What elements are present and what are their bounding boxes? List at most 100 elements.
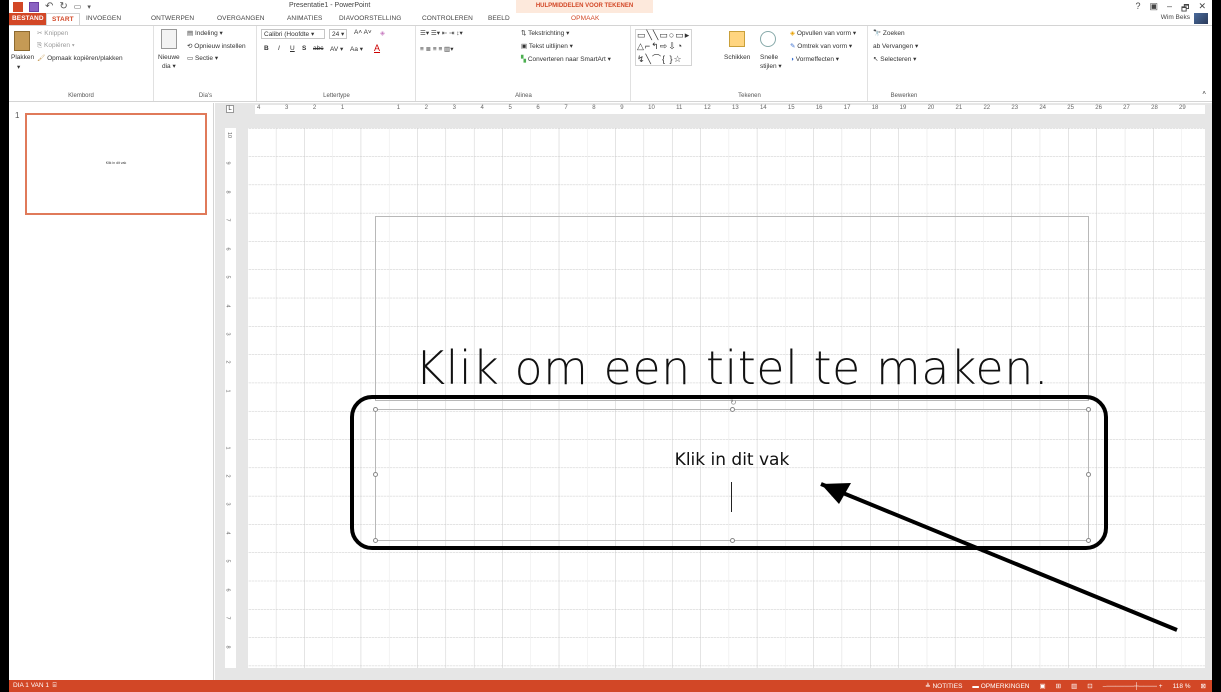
font-name-select[interactable]: Calibri (Hoofdte ▾ [261, 29, 325, 39]
tab-ontwerpen[interactable]: ONTWERPEN [151, 13, 194, 25]
resize-handle[interactable] [730, 407, 735, 412]
layout-button[interactable]: ▤ Indeling ▾ [187, 29, 223, 37]
shape-effects-button[interactable]: ◑ Vormeffecten ▾ [790, 55, 839, 63]
ruler-tick-label: 12 [704, 105, 711, 111]
tab-diavoorstelling[interactable]: DIAVOORSTELLING [339, 13, 401, 25]
align-text-button[interactable]: ▣ Tekst uitlijnen ▾ [521, 42, 573, 50]
tab-beeld[interactable]: BEELD [488, 13, 510, 25]
font-grow-icon[interactable]: A˄ A˅ [354, 29, 372, 36]
shapes-gallery[interactable]: ▭╲╲▭○▭▸ △⌐↰⇨⇩◔ ↯╲⌒{ }☆ [635, 29, 693, 66]
slide-sorter-icon[interactable]: ⊞ [1056, 682, 1061, 690]
group-alinea: ☰▾ ☰▾ ⇤ ⇥ ↕▾ ≡ ≣ ≡ ≡ ▥▾ ⇅ Tekstrichting … [417, 26, 631, 101]
shadow-button[interactable]: S [302, 45, 306, 52]
arrange-icon[interactable] [729, 31, 745, 47]
tab-animaties[interactable]: ANIMATIES [287, 13, 322, 25]
section-button[interactable]: ▭ Sectie ▾ [187, 54, 218, 62]
zoom-slider[interactable]: –──────┼──── + [1103, 683, 1163, 690]
ruler-tick-label: 9 [224, 161, 231, 165]
resize-handle[interactable] [373, 407, 378, 412]
strikethrough-button[interactable]: abc [313, 45, 323, 52]
font-size-select[interactable]: 24 ▾ [329, 29, 348, 39]
smartart-button[interactable]: ▚ Converteren naar SmartArt ▾ [521, 55, 611, 63]
text-direction-button[interactable]: ⇅ Tekstrichting ▾ [521, 29, 569, 37]
ruler-tick-label: 13 [732, 105, 739, 111]
notes-button[interactable]: ≜ NOTITIES [925, 682, 962, 690]
bullets-icon[interactable]: ☰▾ ☰▾ ⇤ ⇥ ↕▾ [420, 29, 463, 37]
collapse-ribbon-icon[interactable]: ˄ [1202, 90, 1206, 97]
window-title: Presentatie1 - PowerPoint [289, 2, 371, 9]
resize-handle[interactable] [373, 472, 378, 477]
new-slide-icon[interactable] [161, 29, 177, 49]
tab-start[interactable]: START [46, 13, 80, 25]
ruler-tick-label: 15 [787, 105, 795, 111]
format-painter-button[interactable]: 🖌 Opmaak kopiëren/plakken [37, 54, 123, 62]
tab-invoegen[interactable]: INVOEGEN [86, 13, 121, 25]
clear-formatting-icon[interactable]: ◈ [380, 29, 385, 37]
resize-handle[interactable] [373, 538, 378, 543]
tab-selector-icon[interactable]: L [226, 105, 234, 113]
resize-handle[interactable] [1086, 538, 1091, 543]
quick-styles-button[interactable]: Snelle [760, 54, 778, 61]
redo-icon[interactable]: ↻ [59, 1, 67, 12]
ruler-tick-label: 8 [224, 645, 231, 649]
start-presentation-icon[interactable]: ▭ [74, 2, 82, 11]
align-icons[interactable]: ≡ ≣ ≡ ≡ ▥▾ [420, 45, 453, 53]
comments-button[interactable]: ▬ OPMERKINGEN [972, 683, 1029, 690]
normal-view-icon[interactable]: ▣ [1040, 682, 1046, 690]
avatar[interactable] [1194, 13, 1208, 24]
subtitle-placeholder[interactable]: Klik in dit vak ↻ [373, 398, 1091, 543]
undo-icon[interactable]: ↶ [45, 1, 53, 12]
cut-button[interactable]: ✂ Knippen [37, 29, 68, 37]
change-case-button[interactable]: Aa ▾ [350, 45, 363, 53]
paste-button[interactable]: Plakken [11, 54, 34, 61]
contextual-tab-group: HULPMIDDELEN VOOR TEKENEN [516, 0, 653, 13]
shape-outline-button[interactable]: ✎ Omtrek van vorm ▾ [790, 42, 852, 50]
quick-access-toolbar: ↶ ↻ ▭ ▾ [13, 1, 91, 12]
find-button[interactable]: 🔭 Zoeken [873, 29, 905, 37]
select-button[interactable]: ↖ Selecteren ▾ [873, 55, 916, 63]
tab-bestand[interactable]: BESTAND [9, 13, 47, 25]
rotate-handle-icon[interactable]: ↻ [730, 398, 737, 407]
arrange-button[interactable]: Schikken [724, 54, 750, 61]
quick-styles-icon[interactable] [760, 31, 776, 47]
tab-overgangen[interactable]: OVERGANGEN [217, 13, 265, 25]
tab-opmaak[interactable]: OPMAAK [571, 13, 599, 25]
ruler-tick-label: 3 [224, 502, 231, 506]
new-slide-dropdown[interactable]: dia ▾ [162, 62, 176, 70]
ruler-tick-label: 23 [1011, 105, 1019, 111]
slideshow-icon[interactable]: ⊡ [1087, 682, 1092, 690]
powerpoint-logo-icon [13, 1, 23, 12]
zoom-level[interactable]: 118 % [1173, 683, 1191, 690]
char-spacing-icon[interactable]: AV ▾ [330, 45, 343, 53]
tab-controleren[interactable]: CONTROLEREN [422, 13, 473, 25]
reset-button[interactable]: ⟲ Opnieuw instellen [187, 42, 246, 50]
resize-handle[interactable] [730, 538, 735, 543]
copy-button[interactable]: ⎘ Kopiëren ▾ [37, 42, 75, 50]
title-placeholder[interactable]: Klik om een titel te maken. [375, 216, 1089, 401]
save-icon[interactable] [29, 1, 39, 12]
slide-canvas[interactable]: Klik om een titel te maken. Klik in dit … [248, 128, 1205, 668]
customize-qat-icon[interactable]: ▾ [87, 3, 91, 11]
user-name[interactable]: Wim Beks [1161, 14, 1190, 21]
underline-button[interactable]: U [290, 45, 295, 52]
ruler-tick-label: 7 [224, 218, 231, 222]
slide-title[interactable]: Klik om een titel te maken. [376, 340, 1088, 400]
quick-styles-dropdown[interactable]: stijlen ▾ [760, 62, 782, 70]
replace-button[interactable]: ab Vervangen ▾ [873, 42, 918, 50]
font-color-icon[interactable]: A [374, 43, 380, 53]
fit-slide-icon[interactable]: ⊠ [1201, 682, 1206, 690]
reading-view-icon[interactable]: ▥ [1071, 682, 1077, 690]
paste-icon[interactable] [14, 31, 30, 51]
paste-dropdown-icon[interactable]: ▾ [17, 63, 20, 71]
bold-button[interactable]: B [264, 45, 269, 52]
resize-handle[interactable] [1086, 472, 1091, 477]
ruler-tick-label: 25 [1067, 105, 1074, 111]
slide-thumbnail[interactable]: Klik in dit vak [25, 113, 207, 215]
italic-button[interactable]: I [278, 45, 280, 52]
slide-thumbnail-pane: 1 Klik in dit vak [9, 103, 214, 680]
new-slide-button[interactable]: Nieuwe [158, 54, 180, 61]
slide-subtitle[interactable]: Klik in dit vak [376, 450, 1088, 470]
resize-handle[interactable] [1086, 407, 1091, 412]
shape-fill-button[interactable]: ◈ Opvullen van vorm ▾ [790, 29, 856, 37]
horizontal-ruler: L 4 3 2 1 1 2 3 4 5 6 7 8 9 10 11 12 13 14 15 16 17 18 19 20 21 2… [215, 103, 1212, 115]
